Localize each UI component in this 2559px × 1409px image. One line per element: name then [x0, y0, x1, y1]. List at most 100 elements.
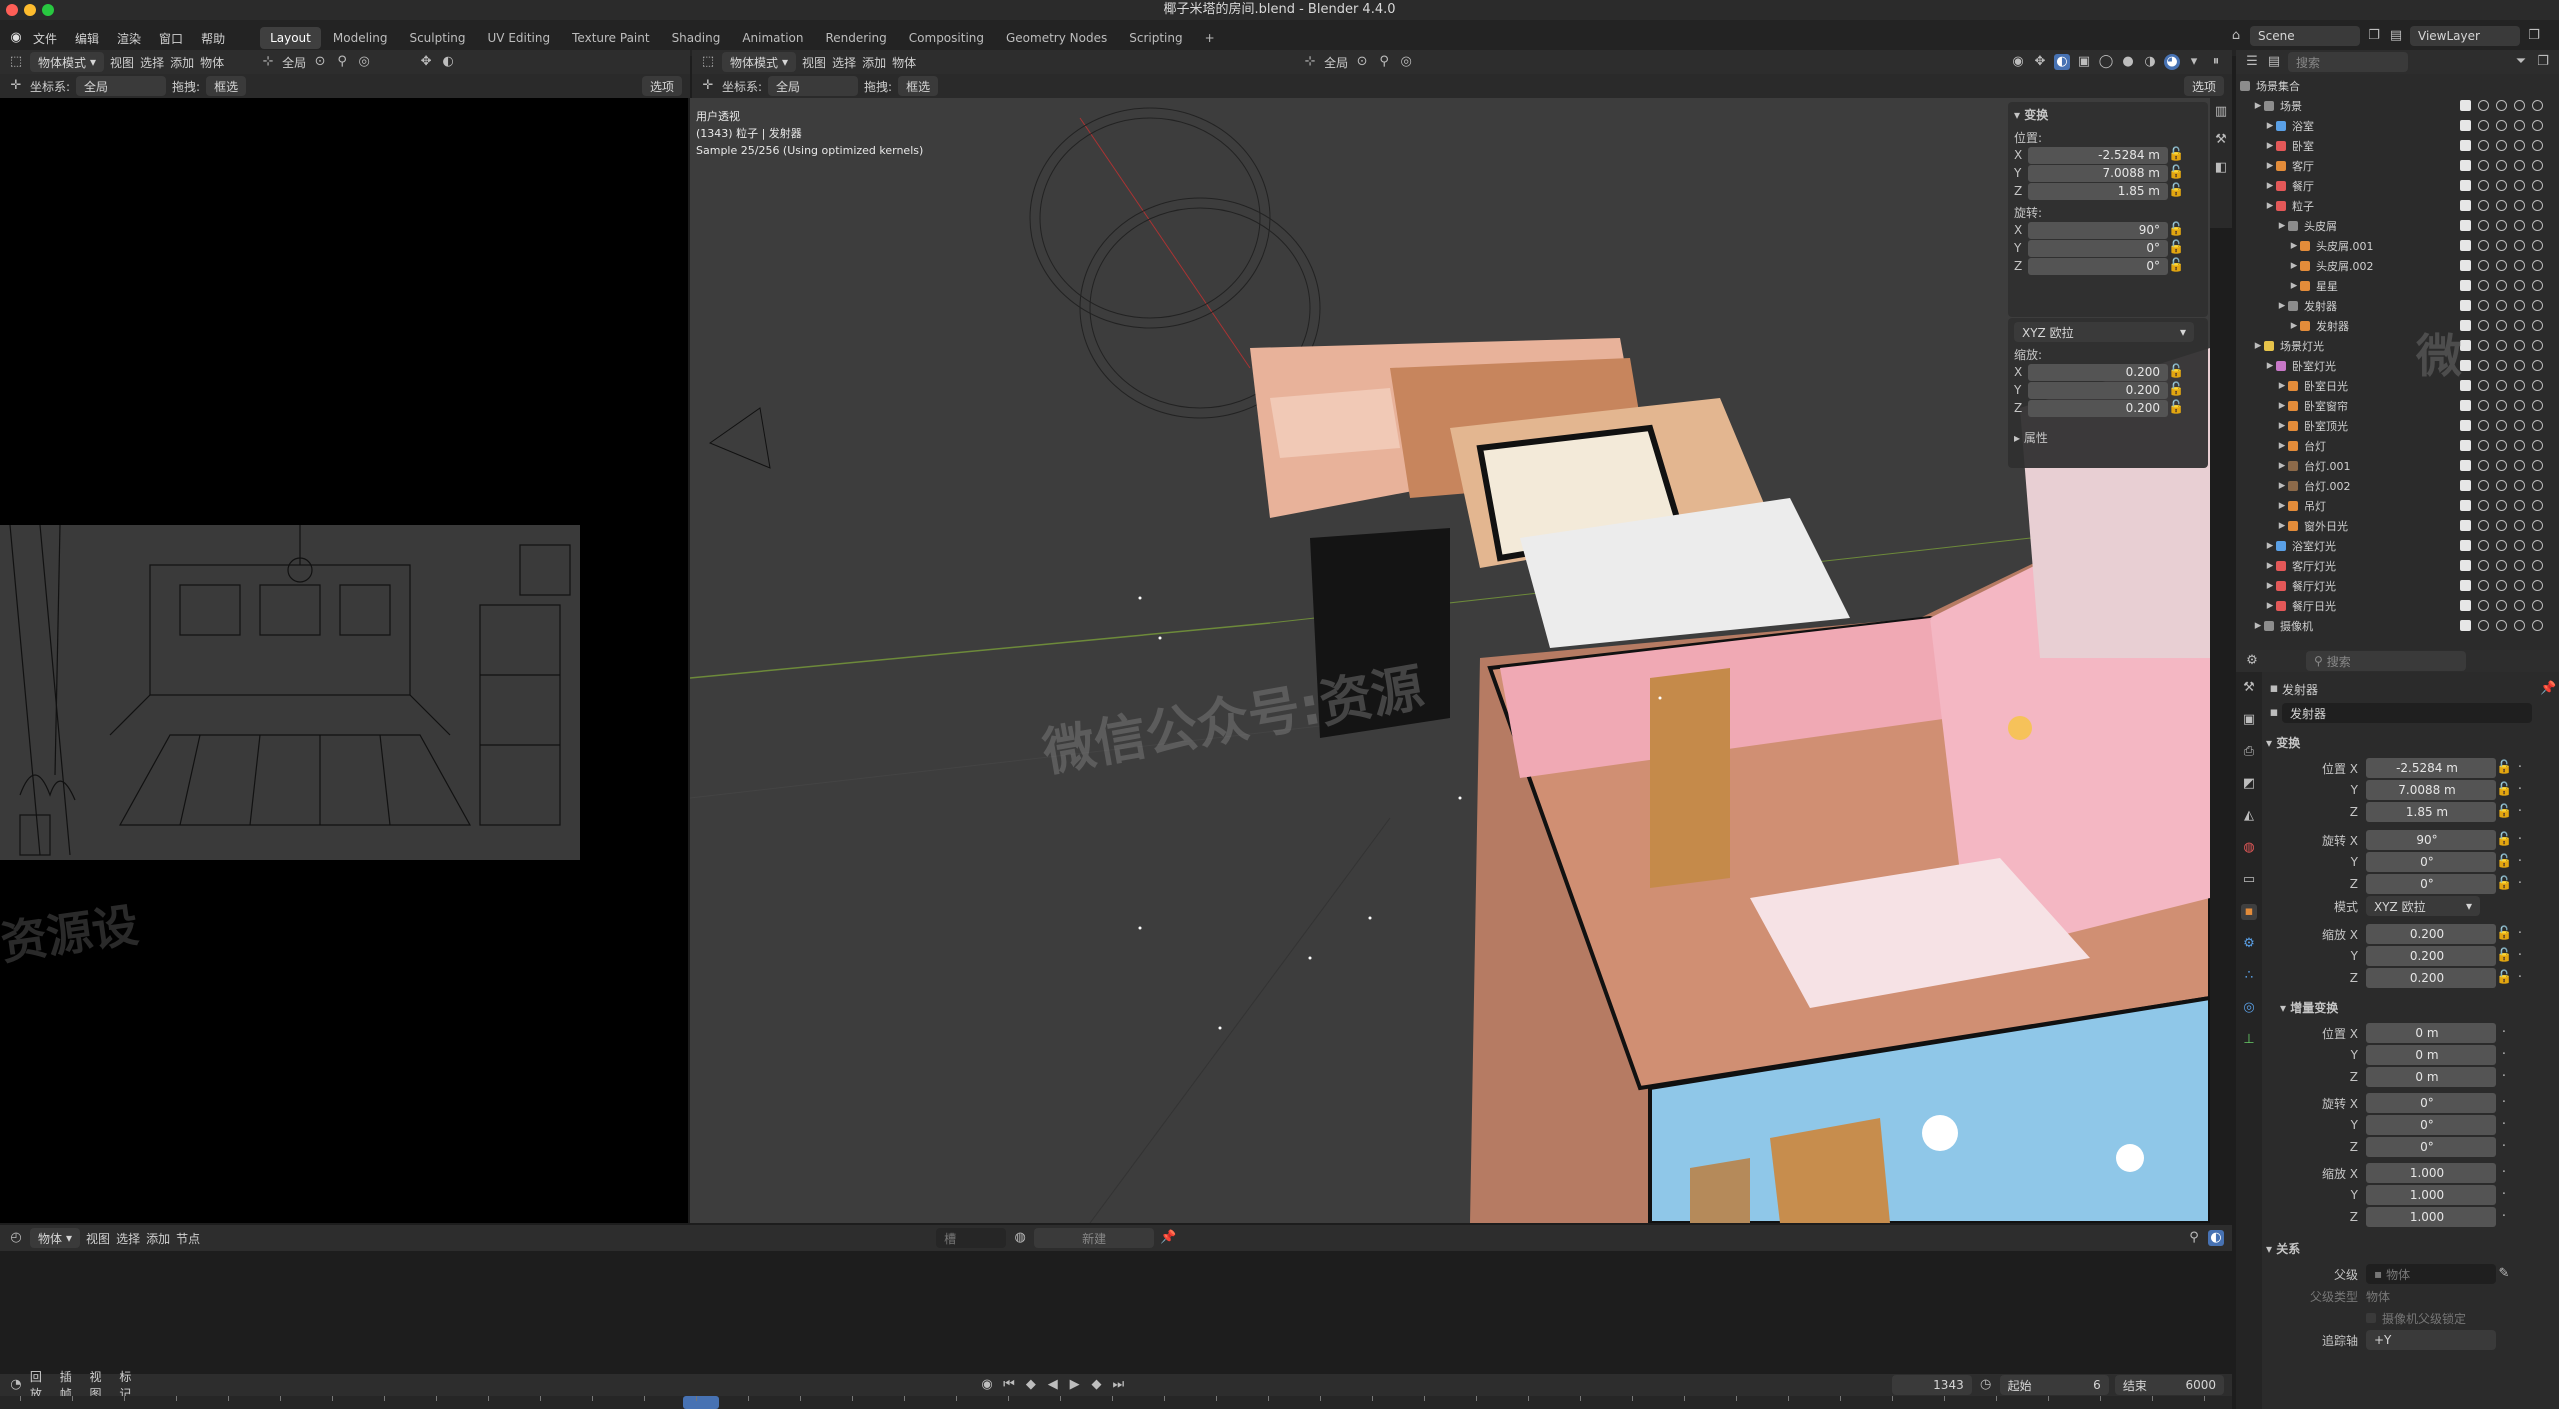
- outliner-item[interactable]: ▸ 头皮屑: [2240, 216, 2559, 236]
- visibility-eye-icon[interactable]: [2496, 500, 2507, 511]
- tab-compositing[interactable]: Compositing: [899, 27, 994, 49]
- snap-icon[interactable]: ⚲: [334, 54, 350, 70]
- keyframe-dot-icon[interactable]: ·: [2512, 876, 2528, 892]
- view-layer-selector[interactable]: ViewLayer: [2410, 26, 2520, 46]
- render-toggle-icon[interactable]: [2532, 140, 2543, 151]
- tab-rendering[interactable]: Rendering: [816, 27, 897, 49]
- left-orient-selector[interactable]: 全局: [76, 76, 167, 96]
- lock-icon[interactable]: 🔓: [2496, 854, 2512, 870]
- n-rotation-y[interactable]: 0°: [2028, 239, 2168, 257]
- viewport-orientation-icon[interactable]: ⊹: [1302, 54, 1318, 70]
- pin-icon[interactable]: 📌: [2540, 681, 2556, 697]
- outliner-item[interactable]: ▸ 头皮屑.002: [2240, 256, 2559, 276]
- pause-render-icon[interactable]: ⏸: [2208, 54, 2224, 70]
- viewport-orient-selector[interactable]: 全局: [768, 76, 859, 96]
- select-icon[interactable]: [2478, 220, 2489, 231]
- include-checkbox[interactable]: [2460, 260, 2471, 271]
- auto-keying-icon[interactable]: ◉: [979, 1377, 995, 1393]
- object-datablock-field[interactable]: 发射器: [2282, 703, 2532, 723]
- viewport-editor-type-icon[interactable]: ⬚: [700, 54, 716, 70]
- viewport-toggle-icon[interactable]: [2514, 160, 2525, 171]
- expand-arrow-icon[interactable]: ▸: [2276, 378, 2288, 394]
- delta-scale-z[interactable]: 1.000: [2366, 1207, 2496, 1227]
- lock-icon[interactable]: 🔓: [2496, 876, 2512, 892]
- playhead[interactable]: [683, 1396, 719, 1409]
- filter-icon[interactable]: ⏷: [2513, 54, 2529, 70]
- lock-icon[interactable]: 🔓: [2168, 183, 2184, 199]
- prop-rotation-y[interactable]: 0°: [2366, 852, 2496, 872]
- left-global-label[interactable]: 全局: [282, 54, 306, 71]
- viewport-toggle-icon[interactable]: [2514, 220, 2525, 231]
- clock-icon[interactable]: ◷: [1978, 1377, 1994, 1393]
- material-icon[interactable]: ◍: [1012, 1230, 1028, 1246]
- select-icon[interactable]: [2478, 120, 2489, 131]
- viewport-toggle-icon[interactable]: [2514, 520, 2525, 531]
- track-axis-selector[interactable]: +Y: [2366, 1330, 2496, 1350]
- collection-properties-icon[interactable]: ▭: [2241, 872, 2257, 888]
- viewport-options-button[interactable]: 选项: [2183, 76, 2224, 96]
- eyedropper-icon[interactable]: ✎: [2496, 1266, 2512, 1282]
- expand-arrow-icon[interactable]: ▸: [2276, 498, 2288, 514]
- viewport-menu-add[interactable]: 添加: [862, 54, 886, 71]
- visibility-eye-icon[interactable]: [2496, 480, 2507, 491]
- scene-properties-icon[interactable]: ◭: [2241, 808, 2257, 824]
- physics-properties-icon[interactable]: ◎: [2241, 1000, 2257, 1016]
- render-toggle-icon[interactable]: [2532, 400, 2543, 411]
- select-icon[interactable]: [2478, 180, 2489, 191]
- viewport-menu-view[interactable]: 视图: [802, 54, 826, 71]
- outliner-item[interactable]: ▸ 台灯.001: [2240, 456, 2559, 476]
- select-icon[interactable]: [2478, 480, 2489, 491]
- viewport-toggle-icon[interactable]: [2514, 380, 2525, 391]
- expand-arrow-icon[interactable]: ▸: [2264, 198, 2276, 214]
- visibility-icon[interactable]: ◉: [2010, 54, 2026, 70]
- outliner-item[interactable]: ▸ 卧室灯光: [2240, 356, 2559, 376]
- new-material-button[interactable]: 新建: [1034, 1228, 1155, 1248]
- select-icon[interactable]: [2478, 200, 2489, 211]
- expand-arrow-icon[interactable]: ▸: [2288, 318, 2300, 334]
- select-icon[interactable]: [2478, 420, 2489, 431]
- outliner-item[interactable]: ▸ 卧室窗帘: [2240, 396, 2559, 416]
- viewport-menu-object[interactable]: 物体: [892, 54, 916, 71]
- select-icon[interactable]: [2478, 620, 2489, 631]
- view-layer-properties-icon[interactable]: ◩: [2241, 776, 2257, 792]
- node-menu-select[interactable]: 选择: [116, 1230, 140, 1247]
- timeline-editor-type-icon[interactable]: ◔: [8, 1377, 24, 1393]
- render-toggle-icon[interactable]: [2532, 240, 2543, 251]
- keyframe-dot-icon[interactable]: ·: [2512, 970, 2528, 986]
- outliner-item[interactable]: ▸ 浴室灯光: [2240, 536, 2559, 556]
- n-rotation-mode-selector[interactable]: XYZ 欧拉 ▾: [2014, 322, 2194, 342]
- add-workspace-icon[interactable]: +: [1195, 27, 1225, 49]
- item-tab-icon[interactable]: ▥: [2213, 104, 2229, 120]
- visibility-eye-icon[interactable]: [2496, 540, 2507, 551]
- play-icon[interactable]: ▶: [1067, 1377, 1083, 1393]
- select-icon[interactable]: [2478, 300, 2489, 311]
- n-location-y[interactable]: 7.0088 m: [2028, 164, 2168, 182]
- parent-type-value[interactable]: 物体: [2366, 1288, 2390, 1305]
- n-location-z[interactable]: 1.85 m: [2028, 182, 2168, 200]
- delta-location-x[interactable]: 0 m: [2366, 1023, 2496, 1043]
- select-icon[interactable]: [2478, 260, 2489, 271]
- visibility-eye-icon[interactable]: [2496, 240, 2507, 251]
- keyframe-dot-icon[interactable]: ·: [2496, 1139, 2512, 1155]
- prop-scale-x[interactable]: 0.200: [2366, 924, 2496, 944]
- outliner-item[interactable]: ▸ 场景: [2240, 96, 2559, 116]
- render-toggle-icon[interactable]: [2532, 500, 2543, 511]
- outliner-item[interactable]: ▸ 星星: [2240, 276, 2559, 296]
- render-toggle-icon[interactable]: [2532, 360, 2543, 371]
- expand-arrow-icon[interactable]: ▸: [2264, 358, 2276, 374]
- visibility-eye-icon[interactable]: [2496, 420, 2507, 431]
- play-reverse-icon[interactable]: ◀: [1045, 1377, 1061, 1393]
- keyframe-dot-icon[interactable]: ·: [2512, 854, 2528, 870]
- viewport-snap-icon[interactable]: ⚲: [1376, 54, 1392, 70]
- lock-icon[interactable]: 🔓: [2168, 364, 2184, 380]
- render-toggle-icon[interactable]: [2532, 520, 2543, 531]
- timeline-ruler[interactable]: [0, 1396, 2232, 1409]
- select-icon[interactable]: [2478, 280, 2489, 291]
- tab-modeling[interactable]: Modeling: [323, 27, 398, 49]
- outliner-item[interactable]: ▸ 吊灯: [2240, 496, 2559, 516]
- include-checkbox[interactable]: [2460, 560, 2471, 571]
- prop-rotation-z[interactable]: 0°: [2366, 874, 2496, 894]
- n-properties-section[interactable]: ▸ 属性: [2014, 429, 2202, 446]
- node-menu-node[interactable]: 节点: [176, 1230, 200, 1247]
- expand-arrow-icon[interactable]: ▸: [2276, 458, 2288, 474]
